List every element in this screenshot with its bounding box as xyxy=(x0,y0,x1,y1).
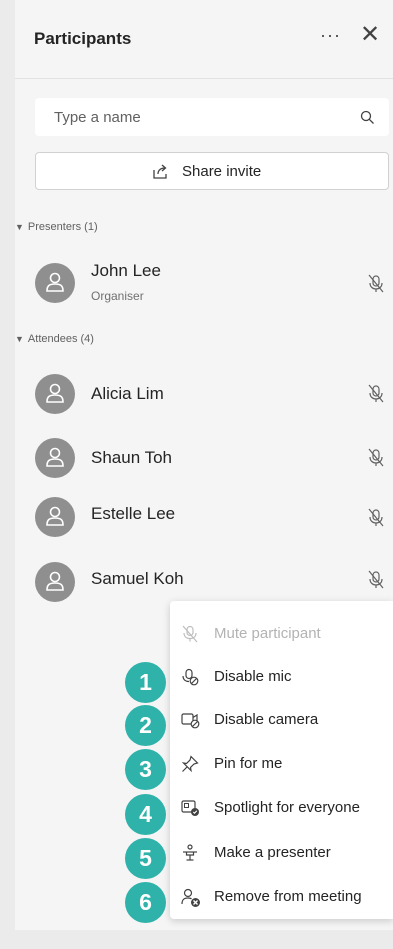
attendees-section-header[interactable]: ▼ Attendees (4) xyxy=(15,333,94,345)
mic-off-icon xyxy=(368,508,384,527)
participant-name: John Lee xyxy=(91,261,161,280)
step-badge-5: 5 xyxy=(125,838,166,879)
search-placeholder: Type a name xyxy=(54,109,141,126)
mic-off-icon xyxy=(368,384,384,403)
step-badge-3: 3 xyxy=(125,749,166,790)
participant-context-menu: Mute participant Disable mic Disable cam… xyxy=(170,601,393,919)
menu-item-make-a-presenter[interactable]: Make a presenter xyxy=(170,833,393,873)
menu-item-label: Make a presenter xyxy=(214,844,331,861)
menu-item-pin-for-me[interactable]: Pin for me xyxy=(170,744,393,784)
menu-item-label: Spotlight for everyone xyxy=(214,799,360,816)
participant-row[interactable]: John Lee Organiser xyxy=(15,254,393,314)
menu-item-label: Pin for me xyxy=(214,755,283,772)
pin-icon xyxy=(181,755,199,773)
mic-off-icon xyxy=(368,448,384,467)
participant-name: Alicia Lim xyxy=(91,384,164,403)
collapse-triangle-icon: ▼ xyxy=(15,334,24,344)
collapse-triangle-icon: ▼ xyxy=(15,222,24,232)
participant-role: Organiser xyxy=(91,289,144,303)
mic-off-icon xyxy=(182,625,198,643)
participant-name: Estelle Lee xyxy=(91,504,176,523)
menu-item-label: Disable mic xyxy=(214,668,292,685)
step-badge-2: 2 xyxy=(125,705,166,746)
attendees-label: Attendees (4) xyxy=(27,333,94,345)
menu-item-label: Remove from meeting xyxy=(214,888,362,905)
person-icon xyxy=(46,383,64,403)
step-badge-4: 4 xyxy=(125,794,166,835)
participant-name: Shaun Toh xyxy=(91,448,172,467)
menu-item-disable-camera[interactable]: Disable camera xyxy=(170,700,393,740)
camera-off-icon xyxy=(181,713,200,729)
panel-title: Participants xyxy=(34,29,132,48)
close-icon[interactable]: ✕ xyxy=(360,20,380,49)
menu-item-mute-participant: Mute participant xyxy=(170,614,393,654)
remove-person-icon xyxy=(181,888,200,907)
person-icon xyxy=(46,272,64,292)
avatar xyxy=(35,497,75,537)
mic-off-icon xyxy=(368,274,384,293)
search-icon[interactable] xyxy=(360,110,375,125)
avatar xyxy=(35,562,75,602)
person-icon xyxy=(46,571,64,591)
share-invite-label: Share invite xyxy=(182,163,262,180)
step-badge-6: 6 xyxy=(125,882,166,923)
menu-item-disable-mic[interactable]: Disable mic xyxy=(170,657,393,697)
menu-item-remove-from-meeting[interactable]: Remove from meeting xyxy=(170,877,393,917)
search-input[interactable]: Type a name xyxy=(35,98,389,136)
share-icon xyxy=(153,164,167,179)
presenters-label: Presenters (1) xyxy=(27,221,98,233)
participant-row[interactable]: Shaun Toh xyxy=(15,428,393,488)
avatar xyxy=(35,438,75,478)
share-invite-button[interactable]: Share invite xyxy=(35,152,389,190)
presenter-icon xyxy=(183,844,197,861)
mic-off-icon xyxy=(368,570,384,589)
mic-disable-icon xyxy=(182,668,199,686)
avatar xyxy=(35,374,75,414)
spotlight-icon xyxy=(181,800,199,816)
participant-row[interactable]: Estelle Lee xyxy=(15,488,393,548)
menu-item-spotlight-for-everyone[interactable]: Spotlight for everyone xyxy=(170,788,393,828)
participant-name: Samuel Koh xyxy=(91,569,184,588)
menu-item-label: Mute participant xyxy=(214,625,321,642)
presenters-section-header[interactable]: ▼ Presenters (1) xyxy=(15,221,98,233)
participant-row[interactable]: Alicia Lim xyxy=(15,364,393,424)
avatar xyxy=(35,263,75,303)
person-icon xyxy=(46,506,64,526)
more-options-icon[interactable]: ··· xyxy=(320,25,341,46)
menu-item-label: Disable camera xyxy=(214,711,319,728)
panel-header: Participants ··· ✕ xyxy=(15,0,393,79)
person-icon xyxy=(46,447,64,467)
step-badge-1: 1 xyxy=(125,662,166,703)
